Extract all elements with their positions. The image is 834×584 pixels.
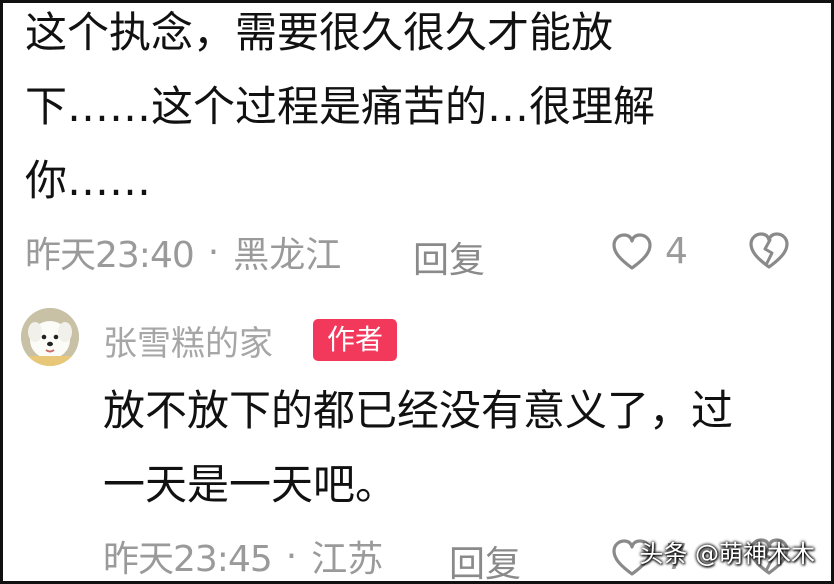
avatar-dog <box>21 308 79 366</box>
comment-meta: 昨天23:40 · 黑龙江 <box>25 227 341 277</box>
reply-location: 江苏 <box>311 539 384 580</box>
reply-text-line-2: 一天是一天吧。 <box>103 460 398 509</box>
reply-text-line-1: 放不放下的都已经没有意义了，过 <box>103 386 734 435</box>
reply-meta: 昨天23:45 · 江苏 <box>103 531 383 581</box>
like-button[interactable]: 4 <box>611 231 688 272</box>
author-avatar[interactable] <box>21 308 79 366</box>
author-name[interactable]: 张雪糕的家 <box>103 316 273 365</box>
comment-thread: 这个执念，需要很久很久才能放 下……这个过程是痛苦的…很理解 你…… 昨天23:… <box>0 0 834 584</box>
broken-heart-icon[interactable] <box>748 231 790 271</box>
comment-location: 黑龙江 <box>233 235 342 276</box>
comment-text-line-3: 你…… <box>25 156 152 205</box>
comment-time: 昨天23:40 <box>25 235 195 276</box>
meta-separator: · <box>285 535 298 577</box>
heart-outline-icon <box>611 232 653 272</box>
meta-separator: · <box>207 231 220 273</box>
reply-button[interactable]: 回复 <box>413 231 485 283</box>
reply-button[interactable]: 回复 <box>449 535 521 581</box>
author-badge: 作者 <box>313 319 397 361</box>
reply-time: 昨天23:45 <box>103 539 273 580</box>
watermark: 头条 @萌神木木 <box>639 540 815 568</box>
like-count: 4 <box>665 231 688 272</box>
comment-text-line-2: 下……这个过程是痛苦的…很理解 <box>25 82 656 131</box>
comment-text-line-1: 这个执念，需要很久很久才能放 <box>25 8 614 57</box>
